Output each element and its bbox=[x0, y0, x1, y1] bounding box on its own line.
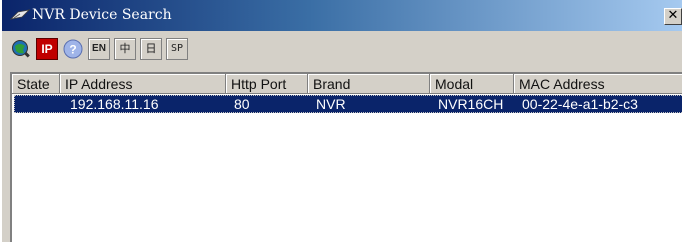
column-modal[interactable]: Modal bbox=[430, 74, 514, 94]
app-icon bbox=[10, 9, 30, 20]
ip-icon: IP bbox=[41, 42, 53, 56]
column-ip-address[interactable]: IP Address bbox=[60, 74, 226, 94]
svg-text:?: ? bbox=[69, 43, 76, 57]
toolbar: IP ? EN 中 日 SP bbox=[10, 36, 220, 66]
ip-address-cell: 192.168.11.16 bbox=[70, 96, 159, 112]
search-button[interactable] bbox=[10, 38, 32, 60]
state-cell bbox=[19, 95, 59, 113]
mac-address-cell: 00-22-4e-a1-b2-c3 bbox=[522, 96, 638, 112]
english-button[interactable]: EN bbox=[88, 38, 110, 60]
spanish-button[interactable]: SP bbox=[166, 38, 188, 60]
close-button[interactable]: ✕ bbox=[664, 8, 682, 25]
help-icon: ? bbox=[63, 39, 83, 59]
japanese-button[interactable]: 日 bbox=[140, 38, 162, 60]
device-list[interactable]: State IP Address Http Port Brand Modal M… bbox=[10, 72, 682, 242]
search-icon bbox=[12, 40, 30, 58]
modal-cell: NVR16CH bbox=[438, 96, 504, 112]
column-mac-address[interactable]: MAC Address bbox=[514, 74, 682, 94]
http-port-cell: 80 bbox=[234, 96, 250, 112]
column-brand[interactable]: Brand bbox=[308, 74, 430, 94]
ip-button[interactable]: IP bbox=[36, 38, 58, 60]
title-bar: NVR Device Search ✕ bbox=[2, 0, 682, 31]
table-row[interactable]: 192.168.11.16 80 NVR NVR16CH 00-22-4e-a1… bbox=[14, 95, 682, 113]
column-state[interactable]: State bbox=[12, 74, 60, 94]
column-http-port[interactable]: Http Port bbox=[226, 74, 308, 94]
chinese-button[interactable]: 中 bbox=[114, 38, 136, 60]
nvr-search-window: NVR Device Search ✕ IP ? EN 中 日 SP State… bbox=[0, 0, 682, 242]
brand-cell: NVR bbox=[316, 96, 346, 112]
window-title: NVR Device Search bbox=[32, 7, 172, 23]
help-button[interactable]: ? bbox=[62, 38, 84, 60]
table-header: State IP Address Http Port Brand Modal M… bbox=[12, 74, 682, 94]
close-icon: ✕ bbox=[667, 8, 679, 23]
